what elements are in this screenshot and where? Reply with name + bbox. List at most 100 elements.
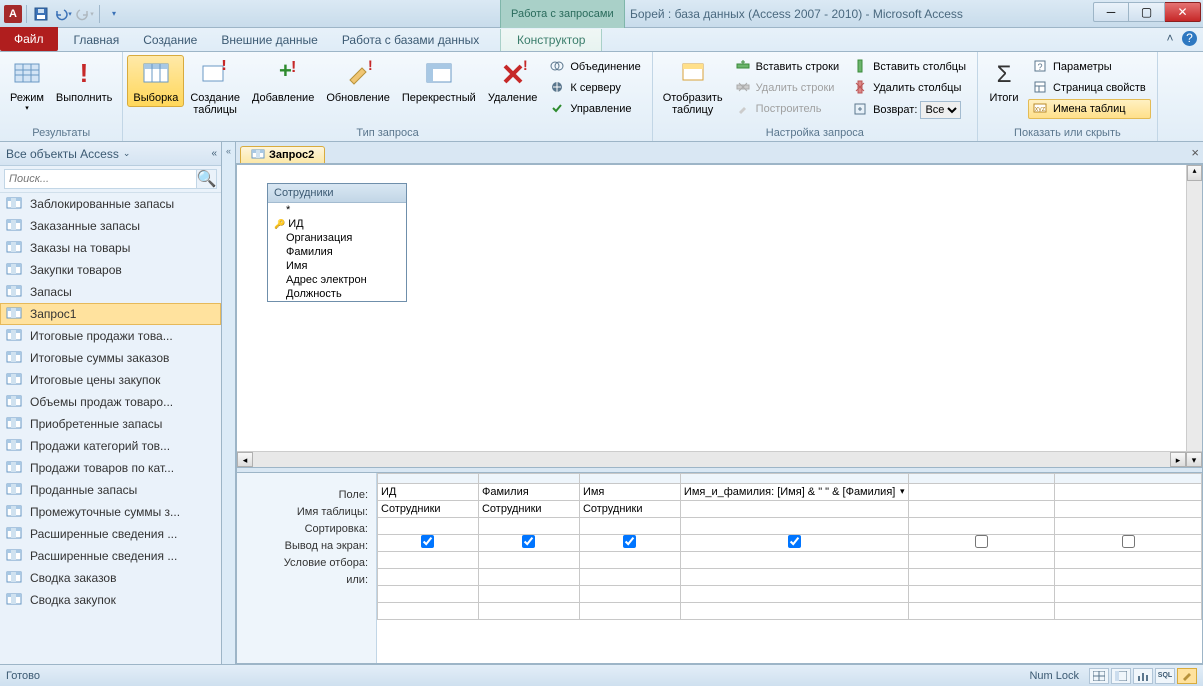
show-cell[interactable] [579, 535, 680, 552]
show-cell[interactable] [680, 535, 908, 552]
nav-item[interactable]: Промежуточные суммы з... [0, 501, 221, 523]
field-cell[interactable]: Имя_и_фамилия: [Имя] & " " & [Фамилия]▾ [680, 484, 908, 501]
criteria-cell[interactable] [680, 569, 908, 586]
criteria-cell[interactable] [908, 603, 1055, 620]
table-field[interactable]: Фамилия [268, 245, 406, 259]
update-button[interactable]: ! Обновление [320, 55, 396, 107]
union-button[interactable]: Объединение [545, 57, 645, 77]
builder-button[interactable]: Построитель [731, 99, 844, 119]
table-field[interactable]: Имя [268, 259, 406, 273]
nav-item[interactable]: Объемы продаж товаро... [0, 391, 221, 413]
criteria-cell[interactable] [478, 603, 579, 620]
criteria-cell[interactable] [478, 552, 579, 569]
criteria-cell[interactable] [680, 586, 908, 603]
table-cell[interactable]: Сотрудники [579, 501, 680, 518]
data-definition-button[interactable]: Управление [545, 99, 645, 119]
nav-item[interactable]: Проданные запасы [0, 479, 221, 501]
nav-item[interactable]: Продажи товаров по кат... [0, 457, 221, 479]
sort-cell[interactable] [378, 518, 479, 535]
criteria-cell[interactable] [579, 552, 680, 569]
field-cell[interactable]: Имя [579, 484, 680, 501]
table-cell[interactable]: Сотрудники [378, 501, 479, 518]
sql-view-icon[interactable]: SQL [1155, 668, 1175, 684]
criteria-cell[interactable] [1055, 552, 1202, 569]
save-icon[interactable] [31, 4, 51, 24]
grid-body[interactable]: ИДФамилияИмяИмя_и_фамилия: [Имя] & " " &… [377, 473, 1202, 663]
column-selector[interactable] [908, 474, 1055, 484]
column-selector[interactable] [378, 474, 479, 484]
criteria-cell[interactable] [579, 569, 680, 586]
nav-item[interactable]: Закупки товаров [0, 259, 221, 281]
append-button[interactable]: +! Добавление [246, 55, 320, 107]
tab-external-data[interactable]: Внешние данные [209, 29, 330, 51]
criteria-cell[interactable] [478, 569, 579, 586]
design-view-icon[interactable] [1177, 668, 1197, 684]
table-field[interactable]: Адрес электрон [268, 273, 406, 287]
table-field-list[interactable]: *🔑ИДОрганизацияФамилияИмяАдрес электронД… [268, 203, 406, 301]
nav-item[interactable]: Сводка закупок [0, 589, 221, 611]
nav-item[interactable]: Итоговые цены закупок [0, 369, 221, 391]
sort-cell[interactable] [478, 518, 579, 535]
vscrollbar[interactable]: ▴ [1186, 165, 1202, 451]
search-icon[interactable]: 🔍 [197, 169, 217, 189]
return-combo[interactable]: Возврат: Все [848, 99, 971, 121]
table-names-button[interactable]: xyzИмена таблиц [1028, 99, 1151, 119]
maximize-button[interactable]: ▢ [1129, 2, 1165, 22]
qat-customize-icon[interactable]: ▾ [104, 4, 124, 24]
field-cell[interactable] [1055, 484, 1202, 501]
criteria-cell[interactable] [378, 569, 479, 586]
table-pane[interactable]: Сотрудники *🔑ИДОрганизацияФамилияИмяАдре… [237, 165, 1202, 451]
nav-shutter[interactable]: « [222, 142, 236, 664]
run-button[interactable]: ! Выполнить [50, 55, 118, 107]
totals-button[interactable]: Σ Итоги [982, 55, 1026, 107]
delete-query-button[interactable]: ! Удаление [482, 55, 544, 107]
nav-item[interactable]: Заказанные запасы [0, 215, 221, 237]
tab-design[interactable]: Конструктор [500, 29, 602, 51]
redo-icon[interactable]: ▾ [75, 4, 95, 24]
nav-item[interactable]: Итоговые суммы заказов [0, 347, 221, 369]
help-icon[interactable]: ? [1182, 31, 1197, 46]
criteria-cell[interactable] [378, 603, 479, 620]
column-selector[interactable] [579, 474, 680, 484]
nav-collapse-icon[interactable]: « [211, 148, 217, 159]
criteria-cell[interactable] [680, 603, 908, 620]
nav-item[interactable]: Заблокированные запасы [0, 193, 221, 215]
table-cell[interactable]: Сотрудники [478, 501, 579, 518]
chart-view-icon[interactable] [1133, 668, 1153, 684]
crosstab-button[interactable]: Перекрестный [396, 55, 482, 107]
criteria-cell[interactable] [1055, 569, 1202, 586]
nav-item[interactable]: Сводка заказов [0, 567, 221, 589]
delete-rows-button[interactable]: Удалить строки [731, 78, 844, 98]
show-cell[interactable] [1055, 535, 1202, 552]
nav-item[interactable]: Запасы [0, 281, 221, 303]
nav-item[interactable]: Запрос1 [0, 303, 221, 325]
show-cell[interactable] [908, 535, 1055, 552]
table-field[interactable]: Должность [268, 287, 406, 301]
column-selector[interactable] [680, 474, 908, 484]
field-cell[interactable] [908, 484, 1055, 501]
select-query-button[interactable]: Выборка [127, 55, 184, 107]
tab-database-tools[interactable]: Работа с базами данных [330, 29, 491, 51]
criteria-cell[interactable] [908, 552, 1055, 569]
passthrough-button[interactable]: К серверу [545, 78, 645, 98]
criteria-cell[interactable] [478, 586, 579, 603]
close-button[interactable]: ✕ [1165, 2, 1201, 22]
make-table-button[interactable]: ! Создание таблицы [184, 55, 246, 119]
sort-cell[interactable] [680, 518, 908, 535]
minimize-button[interactable]: ─ [1093, 2, 1129, 22]
nav-item[interactable]: Итоговые продажи това... [0, 325, 221, 347]
nav-item[interactable]: Приобретенные запасы [0, 413, 221, 435]
sort-cell[interactable] [579, 518, 680, 535]
nav-list[interactable]: Заблокированные запасыЗаказанные запасы З… [0, 193, 221, 664]
minimize-ribbon-icon[interactable]: ˄ [1162, 31, 1178, 47]
view-button[interactable]: Режим ▾ [4, 55, 50, 115]
show-table-button[interactable]: Отобразить таблицу [657, 55, 729, 119]
search-input[interactable] [4, 169, 197, 189]
document-tab[interactable]: Запрос2 [240, 146, 325, 163]
table-field[interactable]: 🔑ИД [268, 217, 406, 231]
datasheet-view-icon[interactable] [1089, 668, 1109, 684]
criteria-cell[interactable] [378, 552, 479, 569]
sort-cell[interactable] [1055, 518, 1202, 535]
sort-cell[interactable] [908, 518, 1055, 535]
tab-file[interactable]: Файл [0, 27, 58, 51]
